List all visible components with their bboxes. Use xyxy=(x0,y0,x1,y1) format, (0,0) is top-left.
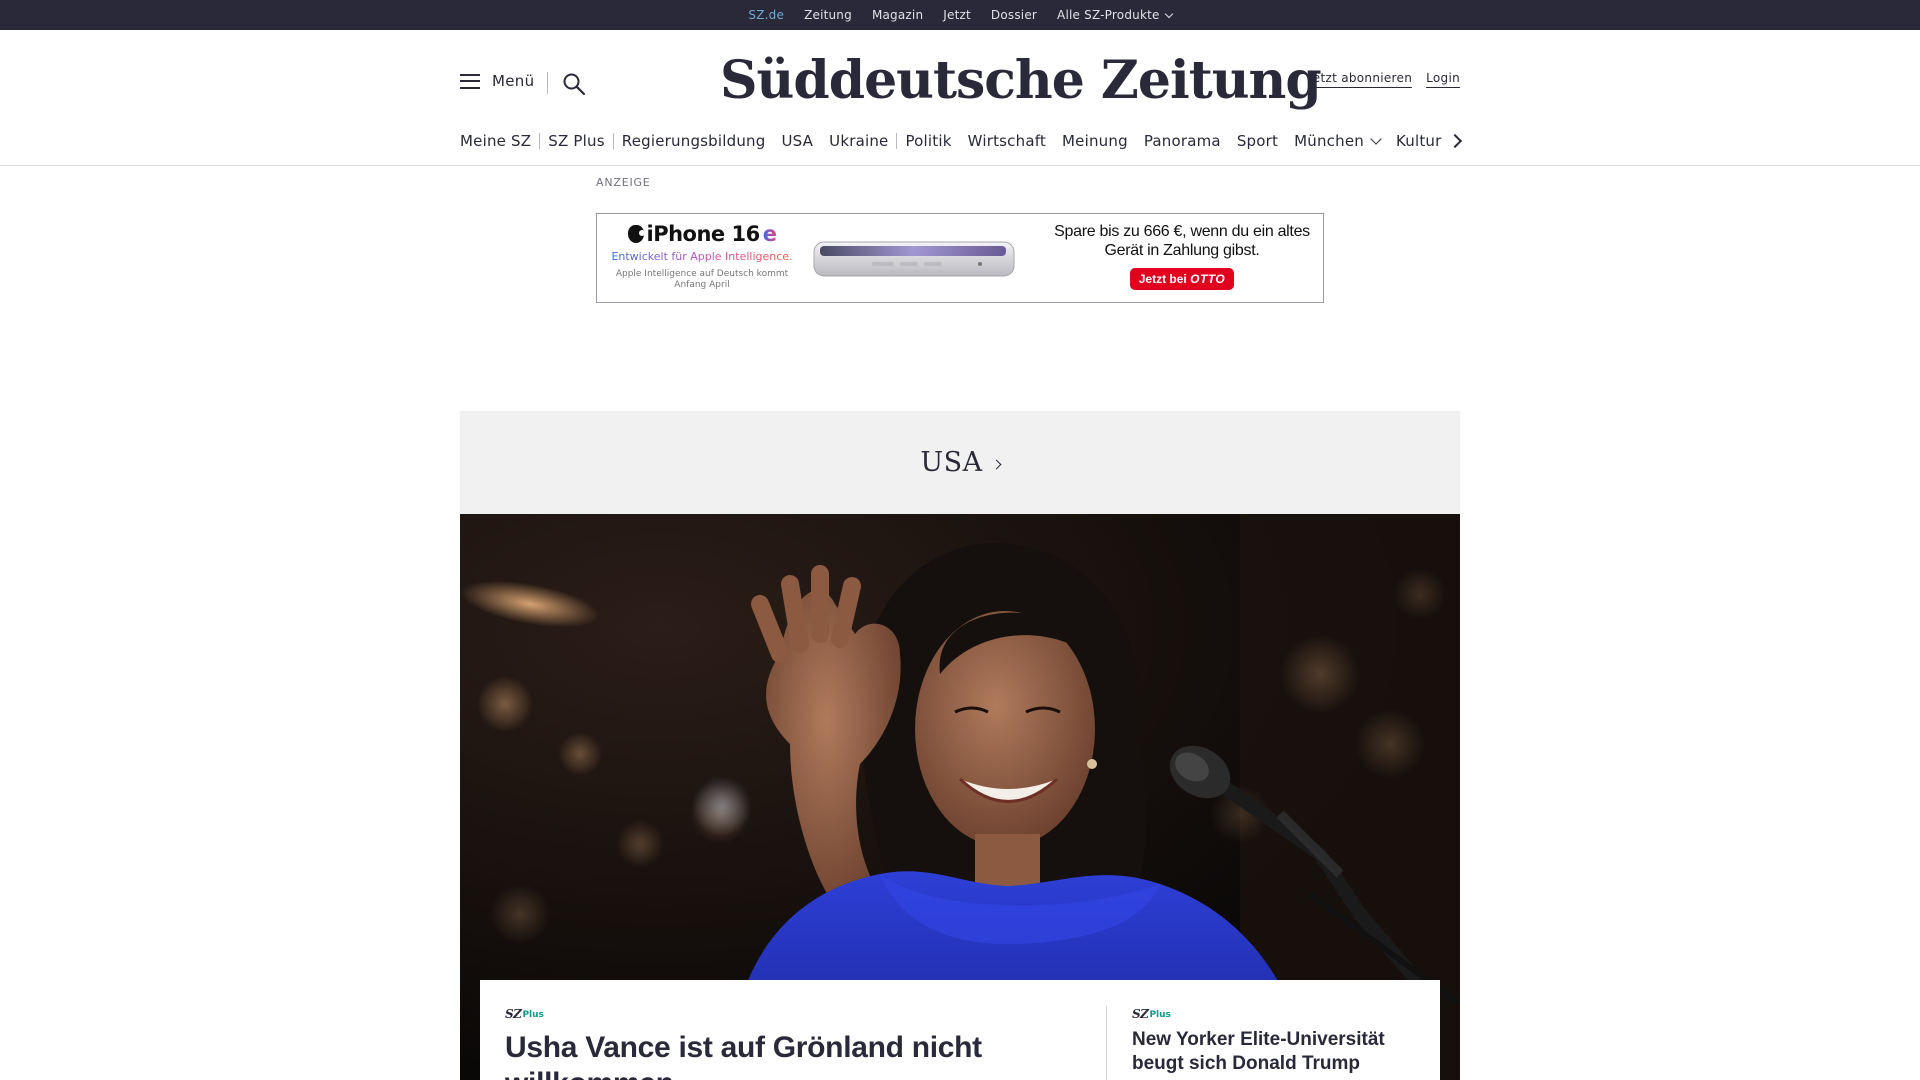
all-products-dropdown[interactable]: Alle SZ-Produkte xyxy=(1057,8,1173,22)
site-header: Menü Süddeutsche Zeitung Jetzt abonniere… xyxy=(0,30,1920,166)
apple-logo-icon xyxy=(627,225,645,243)
menu-label: Menü xyxy=(492,72,535,90)
search-icon[interactable] xyxy=(562,72,586,96)
ad-cta-brand: OTTO xyxy=(1190,272,1226,286)
product-link-dossier[interactable]: Dossier xyxy=(991,8,1037,22)
ad-brand-name: iPhone 16 xyxy=(646,222,761,246)
nav-item-kultur[interactable]: Kultur xyxy=(1388,132,1450,150)
nav-item-meine-sz[interactable]: Meine SZ xyxy=(460,132,539,150)
nav-item-meinung[interactable]: Meinung xyxy=(1054,132,1136,150)
nav-item-muenchen-label: München xyxy=(1294,132,1364,150)
section-header-usa[interactable]: USA xyxy=(460,411,1460,514)
badge-sz: SZ xyxy=(1132,1007,1149,1021)
ad-offer: Spare bis zu 666 €, wenn du ein altes Ge… xyxy=(1054,223,1310,259)
ad-note: Apple Intelligence auf Deutsch kommt Anf… xyxy=(615,269,789,290)
product-nav: SZ.de Zeitung Magazin Jetzt Dossier Alle… xyxy=(0,0,1920,33)
ad-cta-button[interactable]: Jetzt bei OTTO xyxy=(1129,268,1235,290)
site-logo[interactable]: Süddeutsche Zeitung xyxy=(720,46,1322,116)
account-links: Jetzt abonnieren Login xyxy=(1308,71,1460,88)
side-article-title[interactable]: New Yorker Elite-Universität beugt sich … xyxy=(1132,1028,1422,1076)
nav-item-ukraine[interactable]: Ukraine xyxy=(821,132,896,150)
section-title: USA xyxy=(920,447,983,478)
login-link[interactable]: Login xyxy=(1426,71,1460,88)
header-divider xyxy=(547,72,548,94)
badge-plus: Plus xyxy=(1149,1010,1171,1020)
sz-plus-badge: SZ Plus xyxy=(505,1007,544,1021)
chevron-right-icon xyxy=(991,459,1002,470)
hamburger-icon xyxy=(460,73,480,89)
ad-brand-block: iPhone 16 e Entwickelt für Apple Intellig… xyxy=(607,222,797,291)
ad-label: ANZEIGE xyxy=(596,176,651,189)
ad-banner[interactable]: iPhone 16 e Entwickelt für Apple Intellig… xyxy=(596,213,1324,303)
nav-item-panorama[interactable]: Panorama xyxy=(1136,132,1229,150)
product-link-szde[interactable]: SZ.de xyxy=(748,8,784,33)
ad-phone-image xyxy=(813,241,1015,277)
ad-brand-suffix: e xyxy=(762,222,777,246)
section-nav: Meine SZ SZ Plus Regierungsbildung USA U… xyxy=(460,130,1460,152)
ad-offer-block: Spare bis zu 666 €, wenn du ein altes Ge… xyxy=(1052,222,1312,290)
chevron-down-icon xyxy=(1370,132,1382,145)
ad-tagline: Entwickelt für Apple Intelligence. xyxy=(607,250,797,263)
nav-item-sport[interactable]: Sport xyxy=(1229,132,1286,150)
lead-article-title[interactable]: Usha Vance ist auf Grönland nicht willko… xyxy=(505,1030,1065,1080)
chevron-down-icon xyxy=(1164,9,1173,18)
nav-item-wirtschaft[interactable]: Wirtschaft xyxy=(960,132,1054,150)
ad-brand: iPhone 16 e xyxy=(607,222,797,246)
badge-sz: SZ xyxy=(505,1007,522,1021)
product-link-jetzt[interactable]: Jetzt xyxy=(943,8,971,22)
nav-scroll-right-icon[interactable] xyxy=(1448,133,1464,149)
all-products-label: Alle SZ-Produkte xyxy=(1057,8,1160,22)
product-link-magazin[interactable]: Magazin xyxy=(872,8,923,22)
nav-item-politik[interactable]: Politik xyxy=(897,132,959,150)
card-divider xyxy=(1106,1006,1107,1080)
badge-plus: Plus xyxy=(522,1010,544,1020)
product-link-zeitung[interactable]: Zeitung xyxy=(804,8,852,22)
sz-plus-badge: SZ Plus xyxy=(1132,1007,1171,1021)
nav-item-regierungsbildung[interactable]: Regierungsbildung xyxy=(614,132,774,150)
nav-item-usa[interactable]: USA xyxy=(774,132,822,150)
nav-item-muenchen[interactable]: München xyxy=(1286,132,1388,150)
menu-button[interactable]: Menü xyxy=(460,72,534,90)
lead-article-card: SZ Plus Usha Vance ist auf Grönland nich… xyxy=(480,980,1440,1080)
ad-cta-label: Jetzt bei xyxy=(1138,272,1187,286)
top-bar: SZ.de Zeitung Magazin Jetzt Dossier Alle… xyxy=(0,0,1920,33)
subscribe-link[interactable]: Jetzt abonnieren xyxy=(1308,71,1413,88)
nav-item-sz-plus[interactable]: SZ Plus xyxy=(540,132,613,150)
